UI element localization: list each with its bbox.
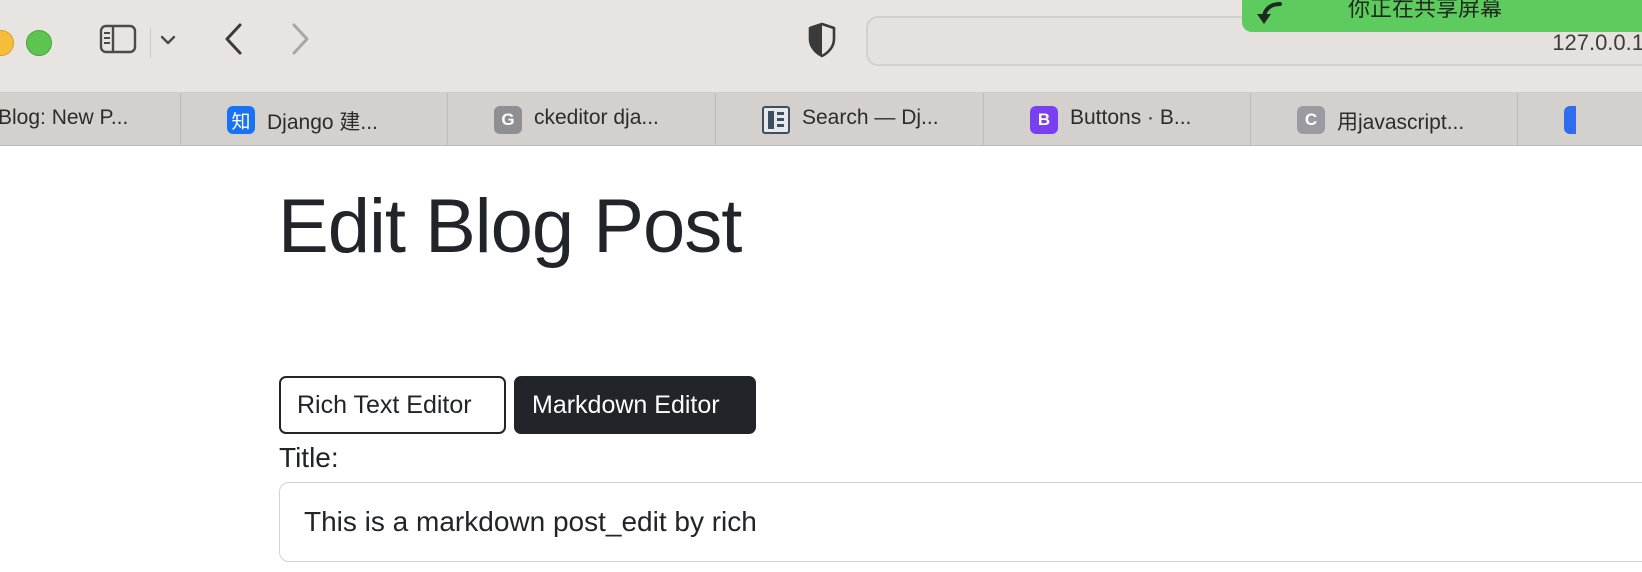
forward-button[interactable] [282,22,318,60]
tab-blog-new-post[interactable]: Blog: New P... [0,93,181,145]
tab-label: Django 建... [267,111,378,134]
tab-favicon-icon [1564,106,1576,134]
page-title: Edit Blog Post [278,184,742,269]
shield-icon [807,22,837,63]
tab-bootstrap-buttons[interactable]: B Buttons · B... [984,93,1251,145]
rich-text-editor-button[interactable]: Rich Text Editor [279,376,506,434]
tab-label: Blog: New P... [0,106,129,129]
tab-label: Buttons · B... [1070,106,1192,129]
browser-toolbar: 127.0.0.1 你正在共享屏幕 [0,0,1642,93]
tab-search-django[interactable]: Search — Dj... [716,93,984,145]
title-label: Title: [279,442,339,473]
zoom-window-button[interactable] [26,30,52,56]
tab-javascript[interactable]: C 用javascript... [1251,93,1518,145]
tab-bar: Blog: New P... 知 Django 建... G ckeditor … [0,93,1642,146]
chevron-right-icon [289,22,311,61]
zhihu-favicon-icon: 知 [227,106,255,134]
tab-ckeditor[interactable]: G ckeditor dja... [448,93,716,145]
tab-label: ckeditor dja... [534,106,659,129]
sidebar-toggle-button[interactable] [96,24,140,58]
title-input[interactable] [279,482,1642,562]
bootstrap-favicon-icon: B [1030,106,1058,134]
django-docs-favicon-icon [762,106,790,134]
toolbar-divider [150,28,151,58]
tab-overflow[interactable] [1518,93,1642,145]
letter-g-favicon-icon: G [494,106,522,134]
screen-share-text: 你正在共享屏幕 [1348,0,1503,22]
tab-label: 用javascript... [1337,111,1465,134]
chevron-left-icon [223,22,245,61]
url-text[interactable]: 127.0.0.1 [1552,30,1642,56]
screen-share-banner[interactable]: 你正在共享屏幕 [1242,0,1642,32]
markdown-editor-button[interactable]: Markdown Editor [514,376,756,434]
minimize-window-button[interactable] [0,30,14,56]
chevron-down-icon [159,33,177,51]
letter-c-favicon-icon: C [1297,106,1325,134]
tab-django[interactable]: 知 Django 建... [181,93,448,145]
back-button[interactable] [216,22,252,60]
share-arrow-icon [1256,0,1284,31]
sidebar-icon [99,24,137,59]
tab-label: Search — Dj... [802,106,939,129]
privacy-report-button[interactable] [800,22,844,62]
tab-group-dropdown-button[interactable] [154,30,182,54]
